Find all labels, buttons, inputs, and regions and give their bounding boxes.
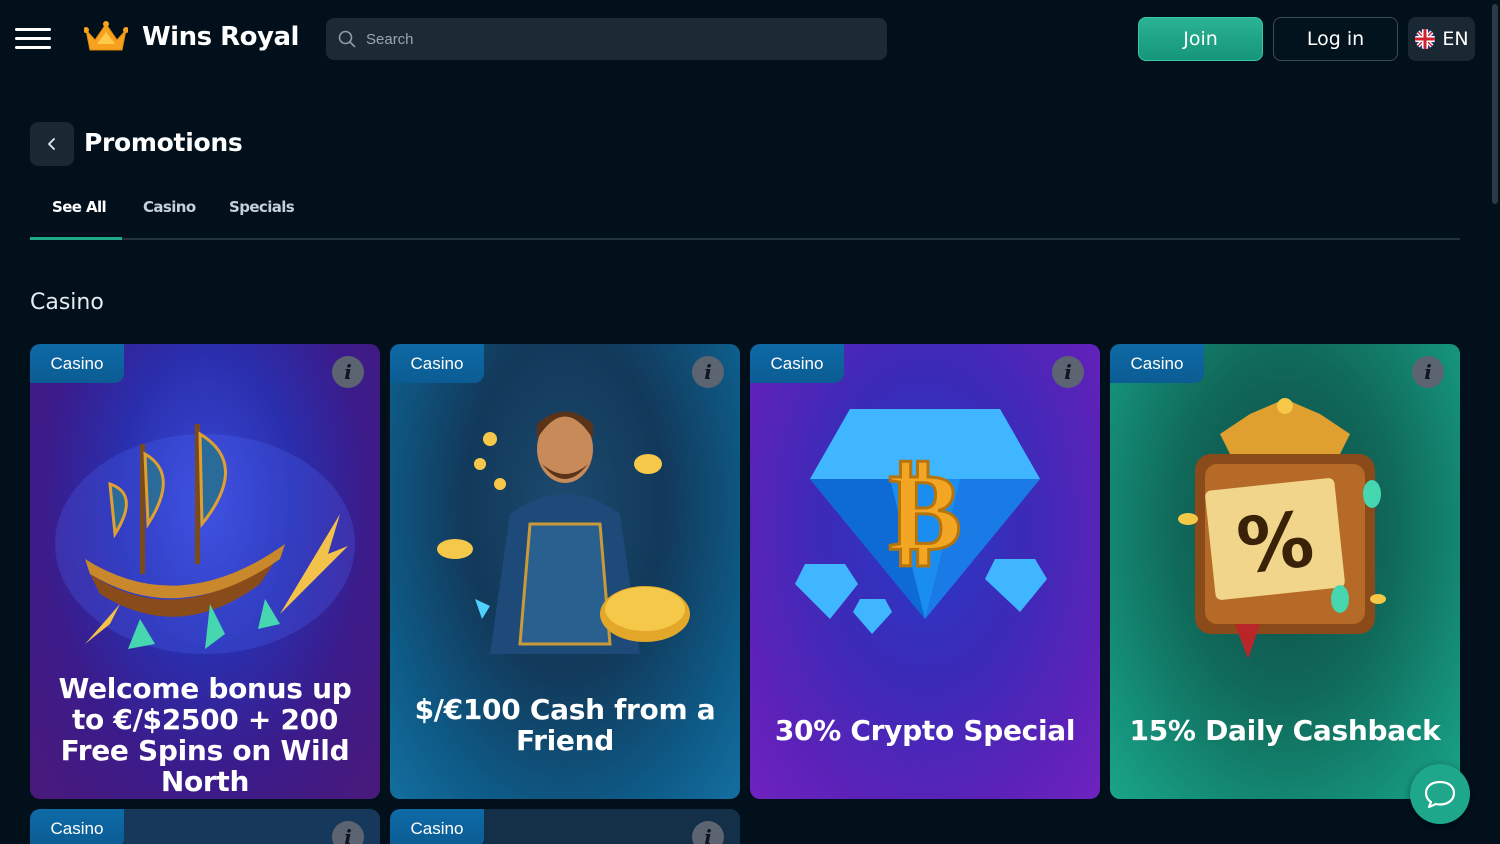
card-title: Welcome bonus up to €/$2500 + 200 Free S… bbox=[58, 672, 352, 798]
category-badge: Casino bbox=[750, 344, 844, 383]
search-icon bbox=[338, 30, 356, 48]
category-badge: Casino bbox=[390, 809, 484, 844]
back-button[interactable] bbox=[30, 122, 74, 166]
uk-flag-icon bbox=[1415, 29, 1436, 49]
tab-see-all[interactable]: See All bbox=[52, 198, 107, 216]
join-button[interactable]: Join bbox=[1138, 17, 1263, 61]
language-selector[interactable]: EN bbox=[1408, 17, 1475, 61]
tab-casino[interactable]: Casino bbox=[143, 198, 196, 216]
wizard-illustration bbox=[437, 411, 690, 654]
info-icon[interactable]: i bbox=[332, 356, 364, 388]
scrollbar[interactable] bbox=[1492, 4, 1498, 204]
category-badge: Casino bbox=[30, 809, 124, 844]
promo-card-crypto[interactable]: ₿ Casino i 30% Crypto Special bbox=[750, 344, 1100, 799]
search-bar[interactable] bbox=[326, 18, 887, 60]
info-icon[interactable]: i bbox=[1052, 356, 1084, 388]
section-title: Casino bbox=[30, 290, 104, 315]
chat-bubble-icon bbox=[1424, 780, 1456, 809]
card-title: 15% Daily Cashback bbox=[1129, 714, 1441, 747]
card-title: $/€100 Cash from a Friend bbox=[414, 693, 716, 757]
logo[interactable]: Wins Royal bbox=[84, 20, 299, 54]
info-icon[interactable]: i bbox=[692, 821, 724, 844]
live-chat-button[interactable] bbox=[1410, 764, 1470, 824]
pirate-ship-illustration bbox=[55, 424, 355, 654]
page-title: Promotions bbox=[84, 128, 243, 157]
promo-card-row2-1[interactable]: Casino i bbox=[30, 809, 380, 844]
category-badge: Casino bbox=[390, 344, 484, 383]
bitcoin-diamond-illustration: ₿ bbox=[795, 409, 1047, 634]
category-badge: Casino bbox=[1110, 344, 1204, 383]
login-button[interactable]: Log in bbox=[1273, 17, 1398, 61]
svg-text:₿: ₿ bbox=[888, 447, 961, 575]
promo-card-refer-friend[interactable]: Casino i $/€100 Cash from a Friend bbox=[390, 344, 740, 799]
language-label: EN bbox=[1442, 28, 1469, 50]
info-icon[interactable]: i bbox=[692, 356, 724, 388]
chevron-left-icon bbox=[48, 138, 55, 150]
promo-card-cashback[interactable]: % Casino i 15% Daily Cashback bbox=[1110, 344, 1460, 799]
active-tab-indicator bbox=[30, 237, 122, 240]
promo-card-welcome[interactable]: Casino i Welcome bonus up to €/$2500 + 2… bbox=[30, 344, 380, 799]
promo-tabs: See All Casino Specials bbox=[30, 172, 1460, 240]
card-title: 30% Crypto Special bbox=[774, 714, 1076, 747]
logo-text: Wins Royal bbox=[142, 22, 299, 52]
top-header: Wins Royal Join Log in EN bbox=[0, 0, 1500, 78]
category-badge: Casino bbox=[30, 344, 124, 383]
tab-specials[interactable]: Specials bbox=[229, 198, 295, 216]
info-icon[interactable]: i bbox=[332, 821, 364, 844]
hamburger-icon[interactable] bbox=[15, 28, 51, 50]
info-icon[interactable]: i bbox=[1412, 356, 1444, 388]
svg-text:%: % bbox=[1233, 494, 1318, 590]
promo-card-row2-2[interactable]: Casino i bbox=[390, 809, 740, 844]
cashback-chest-illustration: % bbox=[1178, 398, 1386, 659]
crown-icon bbox=[84, 21, 128, 51]
search-input[interactable] bbox=[366, 30, 846, 48]
